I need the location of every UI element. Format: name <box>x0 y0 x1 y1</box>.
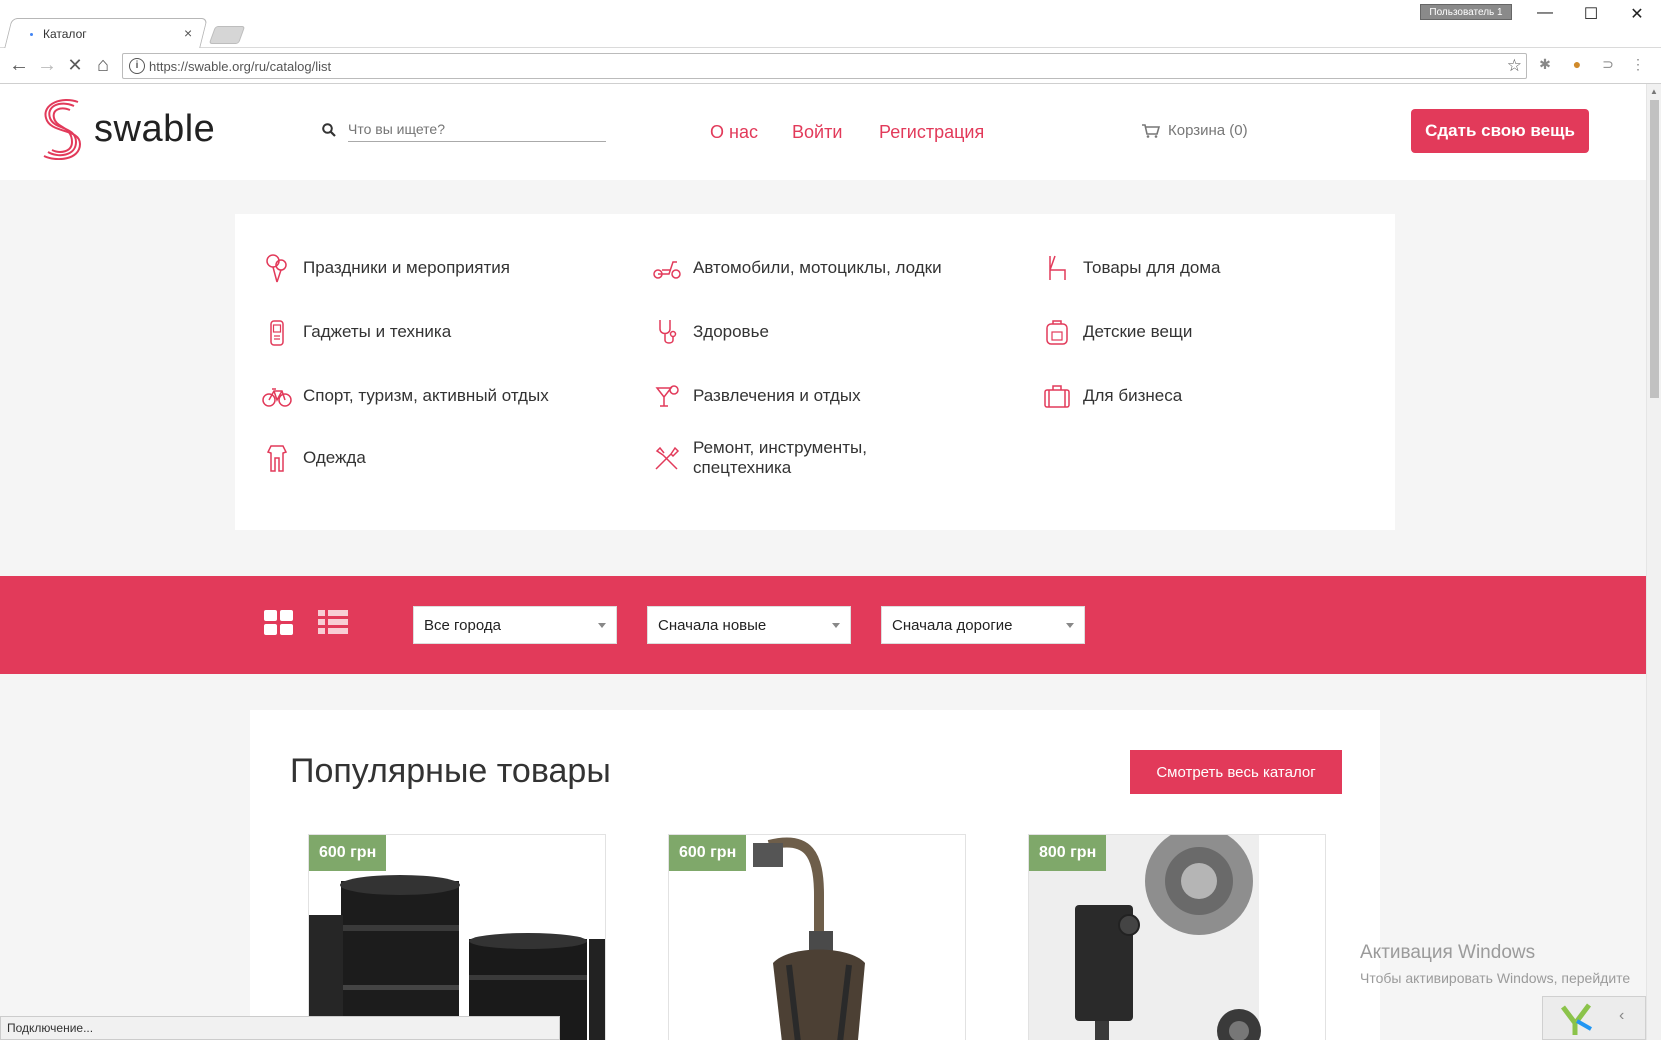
page-scrollbar[interactable]: ▲ <box>1646 84 1661 1040</box>
windows-activation-title: Активация Windows <box>1360 942 1536 963</box>
tab-label-wrap: Каталог <box>30 24 200 44</box>
tools-icon <box>655 446 680 470</box>
city-select-value: Все города <box>424 617 501 634</box>
minimize-button[interactable]: — <box>1530 4 1560 22</box>
browser-menu-icon[interactable]: ⋮ <box>1628 56 1648 73</box>
status-bar: Подключение... <box>0 1016 560 1040</box>
price-sort-value: Сначала дорогие <box>892 617 1013 634</box>
category-sport[interactable]: Спорт, туризм, активный отдых <box>261 380 549 412</box>
category-business[interactable]: Для бизнеса <box>1041 380 1182 412</box>
category-label: Для бизнеса <box>1083 386 1183 405</box>
grid-view-icon[interactable] <box>264 610 294 636</box>
category-label: Гаджеты и техника <box>303 322 452 341</box>
popular-section: Популярные товары Смотреть весь каталог … <box>250 710 1380 1040</box>
close-window-button[interactable]: ✕ <box>1622 4 1652 24</box>
stethoscope-icon <box>659 320 677 344</box>
price-sort-select[interactable]: Сначала дорогие <box>881 606 1085 644</box>
category-label: Товары для дома <box>1083 258 1221 277</box>
cart-label: Корзина (0) <box>1168 122 1248 139</box>
price-badge: 800 грн <box>1029 835 1107 871</box>
category-gadgets[interactable]: Гаджеты и техника <box>261 316 451 348</box>
product-card[interactable]: 600 грн <box>668 834 966 1040</box>
price-badge: 600 грн <box>669 835 747 871</box>
browser-titlebar <box>0 0 1661 48</box>
chevron-down-icon <box>1066 623 1074 628</box>
tab-close-icon[interactable]: × <box>184 25 192 41</box>
category-label: Развлечения и отдых <box>693 386 861 405</box>
category-panel: Праздники и мероприятия Автомобили, мото… <box>235 214 1395 530</box>
backpack-icon <box>1046 320 1068 345</box>
submit-item-button[interactable]: Сдать свою вещь <box>1411 109 1589 153</box>
loading-icon <box>30 32 33 36</box>
category-health[interactable]: Здоровье <box>651 316 769 348</box>
cocktail-icon <box>655 385 679 407</box>
chair-icon <box>1049 255 1066 280</box>
nav-login-link[interactable]: Войти <box>792 122 842 143</box>
category-label: Здоровье <box>693 322 769 341</box>
date-sort-select[interactable]: Сначала новые <box>647 606 851 644</box>
category-label: Ремонт, инструменты, спецтехника <box>693 438 867 477</box>
category-entertainment[interactable]: Развлечения и отдых <box>651 380 861 412</box>
nav-about-link[interactable]: О нас <box>710 122 758 143</box>
category-label: Одежда <box>303 448 366 467</box>
tab-title: Каталог <box>43 27 87 41</box>
back-arrow-icon[interactable]: ← <box>8 54 30 76</box>
category-label: Автомобили, мотоциклы, лодки <box>693 258 942 277</box>
category-tools[interactable]: Ремонт, инструменты, спецтехника <box>651 438 891 478</box>
extension-id-icon[interactable]: ⊃ <box>1598 56 1618 73</box>
briefcase-icon <box>1044 385 1070 408</box>
category-clothes[interactable]: Одежда <box>261 442 366 474</box>
forward-arrow-icon[interactable]: → <box>36 54 58 76</box>
phone-icon <box>270 320 284 346</box>
date-sort-value: Сначала новые <box>658 617 767 634</box>
maximize-button[interactable]: ☐ <box>1576 4 1606 24</box>
extension-paw-icon[interactable]: ✱ <box>1535 56 1555 73</box>
product-card[interactable]: 800 грн <box>1028 834 1326 1040</box>
list-view-icon[interactable] <box>318 610 348 636</box>
scroll-up-arrow-icon[interactable]: ▲ <box>1650 87 1658 96</box>
city-select[interactable]: Все города <box>413 606 617 644</box>
swable-logo-icon[interactable] <box>42 98 82 160</box>
windows-activation-text: Чтобы активировать Windows, перейдите <box>1360 970 1631 986</box>
stop-loading-icon[interactable]: ✕ <box>64 54 86 76</box>
balloons-icon <box>266 254 287 283</box>
extension-cookie-icon[interactable]: ● <box>1567 56 1587 72</box>
category-vehicles[interactable]: Автомобили, мотоциклы, лодки <box>651 252 942 284</box>
filter-bar: Все города Сначала новые Сначала дорогие <box>0 576 1646 674</box>
page-viewport: swable О нас Войти Регистрация Корзина (… <box>0 84 1646 1040</box>
logo-text[interactable]: swable <box>94 108 215 151</box>
product-card[interactable]: 600 грн <box>308 834 606 1040</box>
site-header: swable О нас Войти Регистрация Корзина (… <box>0 84 1646 180</box>
clothes-icon <box>266 445 288 472</box>
chevron-down-icon <box>598 623 606 628</box>
category-home[interactable]: Товары для дома <box>1041 252 1221 284</box>
bicycle-icon <box>262 388 292 407</box>
search-input[interactable] <box>348 116 606 142</box>
cart-icon <box>1142 123 1160 138</box>
yii-logo-icon <box>1561 1003 1592 1035</box>
category-kids[interactable]: Детские вещи <box>1041 316 1192 348</box>
bookmark-star-icon[interactable]: ☆ <box>1507 56 1522 76</box>
address-bar[interactable]: i https://swable.org/ru/catalog/list ☆ <box>122 53 1527 79</box>
url-text[interactable]: https://swable.org/ru/catalog/list <box>149 59 331 74</box>
view-catalog-button[interactable]: Смотреть весь каталог <box>1130 750 1342 794</box>
scooter-icon <box>653 261 681 279</box>
chevron-down-icon <box>832 623 840 628</box>
user-badge[interactable]: Пользователь 1 <box>1420 4 1512 20</box>
scrollbar-thumb[interactable] <box>1650 100 1659 398</box>
floating-widget[interactable]: ‹ <box>1542 996 1646 1040</box>
home-icon[interactable]: ⌂ <box>92 54 114 76</box>
category-label: Спорт, туризм, активный отдых <box>303 386 549 405</box>
search-icon[interactable] <box>322 123 336 137</box>
site-info-icon[interactable]: i <box>129 58 145 74</box>
category-label: Праздники и мероприятия <box>303 258 510 277</box>
cart-link[interactable]: Корзина (0) <box>1142 122 1248 139</box>
chevron-left-icon[interactable]: ‹ <box>1619 1007 1624 1025</box>
nav-register-link[interactable]: Регистрация <box>879 122 984 143</box>
price-badge: 600 грн <box>309 835 387 871</box>
category-holidays[interactable]: Праздники и мероприятия <box>261 252 510 284</box>
category-label: Детские вещи <box>1083 322 1193 341</box>
section-title: Популярные товары <box>290 752 611 790</box>
